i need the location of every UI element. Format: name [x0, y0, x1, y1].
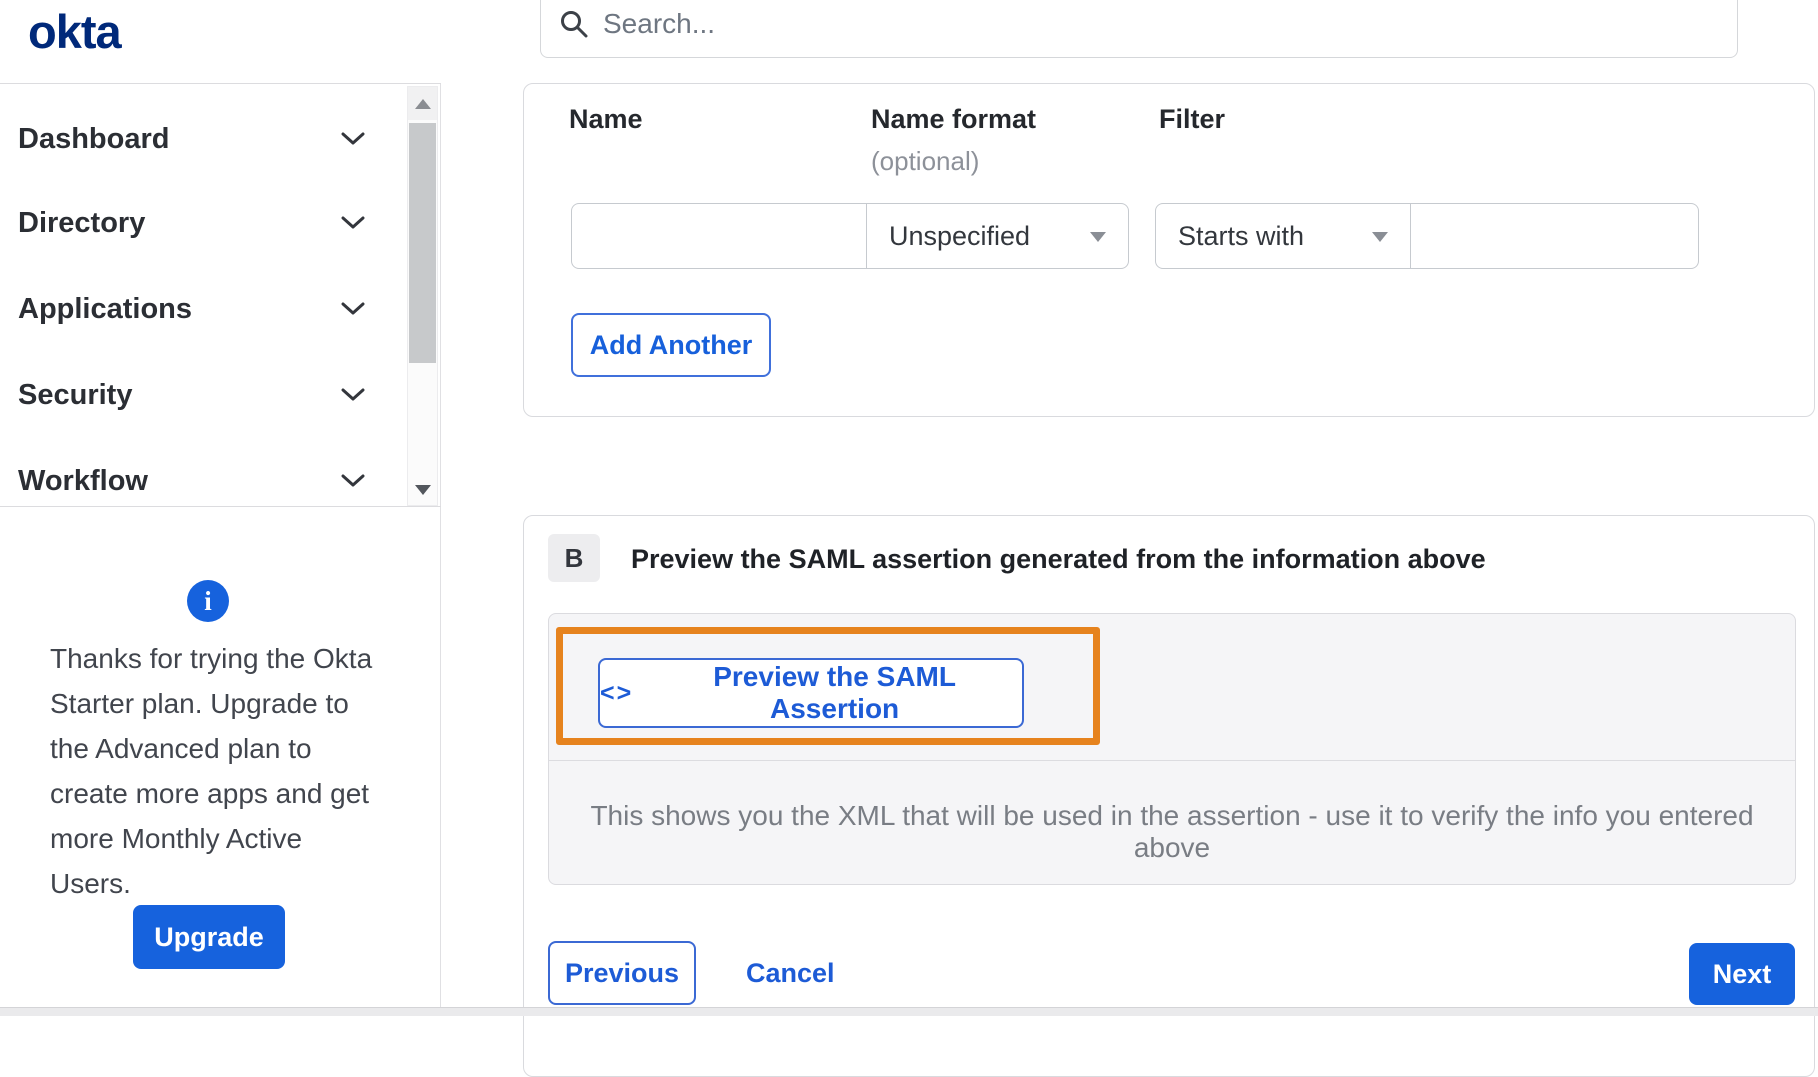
name-input[interactable]: [571, 203, 867, 269]
plan-notice-text: Thanks for trying the Okta Starter plan.…: [50, 643, 373, 899]
search-icon: [561, 11, 588, 38]
name-format-column-label: Name format: [871, 104, 1037, 134]
panel-divider: [549, 760, 1795, 761]
sidebar-nav: Dashboard Directory Applications Securit…: [0, 83, 441, 507]
filter-type-dropdown[interactable]: Starts with: [1155, 203, 1411, 269]
sidebar-item-security[interactable]: Security: [0, 360, 405, 430]
preview-panel: <> Preview the SAML Assertion This shows…: [548, 613, 1796, 885]
triangle-up-icon: [414, 98, 431, 109]
sidebar-item-label: Security: [18, 378, 133, 411]
filter-column-label: Filter: [1159, 104, 1226, 134]
optional-label: (optional): [871, 146, 980, 176]
chevron-down-icon: [341, 216, 365, 229]
sidebar-item-workflow[interactable]: Workflow: [0, 446, 405, 516]
step-b-badge: B: [548, 534, 600, 582]
saml-preview-card: B Preview the SAML assertion generated f…: [523, 515, 1815, 1077]
global-search[interactable]: [540, 0, 1738, 58]
add-another-button[interactable]: Add Another: [571, 313, 771, 377]
preview-button-label: Preview the SAML Assertion: [713, 661, 956, 724]
sidebar-item-label: Applications: [18, 292, 193, 325]
chevron-down-icon: [341, 474, 365, 487]
chevron-down-icon: [341, 388, 365, 401]
info-icon: i: [187, 580, 229, 622]
sidebar-item-label: Dashboard: [18, 122, 170, 155]
attribute-statements-card: Name Name format (optional) Filter Unspe…: [523, 83, 1815, 417]
dropdown-caret-icon: [1372, 232, 1388, 242]
previous-button[interactable]: Previous: [548, 941, 696, 1005]
name-format-selected-value: Unspecified: [889, 220, 1031, 251]
sidebar: Dashboard Directory Applications Securit…: [0, 83, 441, 1007]
search-input[interactable]: [603, 0, 1737, 57]
name-column-label: Name: [569, 104, 643, 134]
bottom-edge-strip: [0, 1007, 1818, 1016]
preview-description: This shows you the XML that will be used…: [590, 800, 1754, 863]
chevron-down-icon: [341, 302, 365, 315]
cancel-link[interactable]: Cancel: [746, 941, 835, 1005]
sidebar-item-directory[interactable]: Directory: [0, 188, 405, 258]
section-title: Preview the SAML assertion generated fro…: [631, 544, 1486, 574]
okta-logo: okta: [28, 5, 122, 58]
preview-saml-assertion-button[interactable]: <> Preview the SAML Assertion: [598, 658, 1024, 728]
filter-type-selected-value: Starts with: [1178, 220, 1305, 251]
sidebar-item-applications[interactable]: Applications: [0, 274, 405, 344]
next-button[interactable]: Next: [1689, 943, 1795, 1005]
sidebar-item-label: Workflow: [18, 464, 148, 497]
code-icon: <>: [600, 678, 634, 707]
scroll-up-button[interactable]: [408, 87, 437, 120]
filter-value-input[interactable]: [1411, 203, 1699, 269]
highlight-annotation: <> Preview the SAML Assertion: [556, 627, 1100, 745]
sidebar-item-label: Directory: [18, 206, 146, 239]
name-format-dropdown[interactable]: Unspecified: [866, 203, 1129, 269]
scroll-down-button[interactable]: [408, 473, 437, 506]
sidebar-item-dashboard[interactable]: Dashboard: [0, 104, 405, 174]
dropdown-caret-icon: [1090, 232, 1106, 242]
upgrade-button[interactable]: Upgrade: [133, 905, 285, 969]
scrollbar-thumb[interactable]: [409, 123, 436, 363]
sidebar-scrollbar[interactable]: [407, 86, 438, 506]
chevron-down-icon: [341, 132, 365, 145]
triangle-down-icon: [414, 484, 431, 495]
